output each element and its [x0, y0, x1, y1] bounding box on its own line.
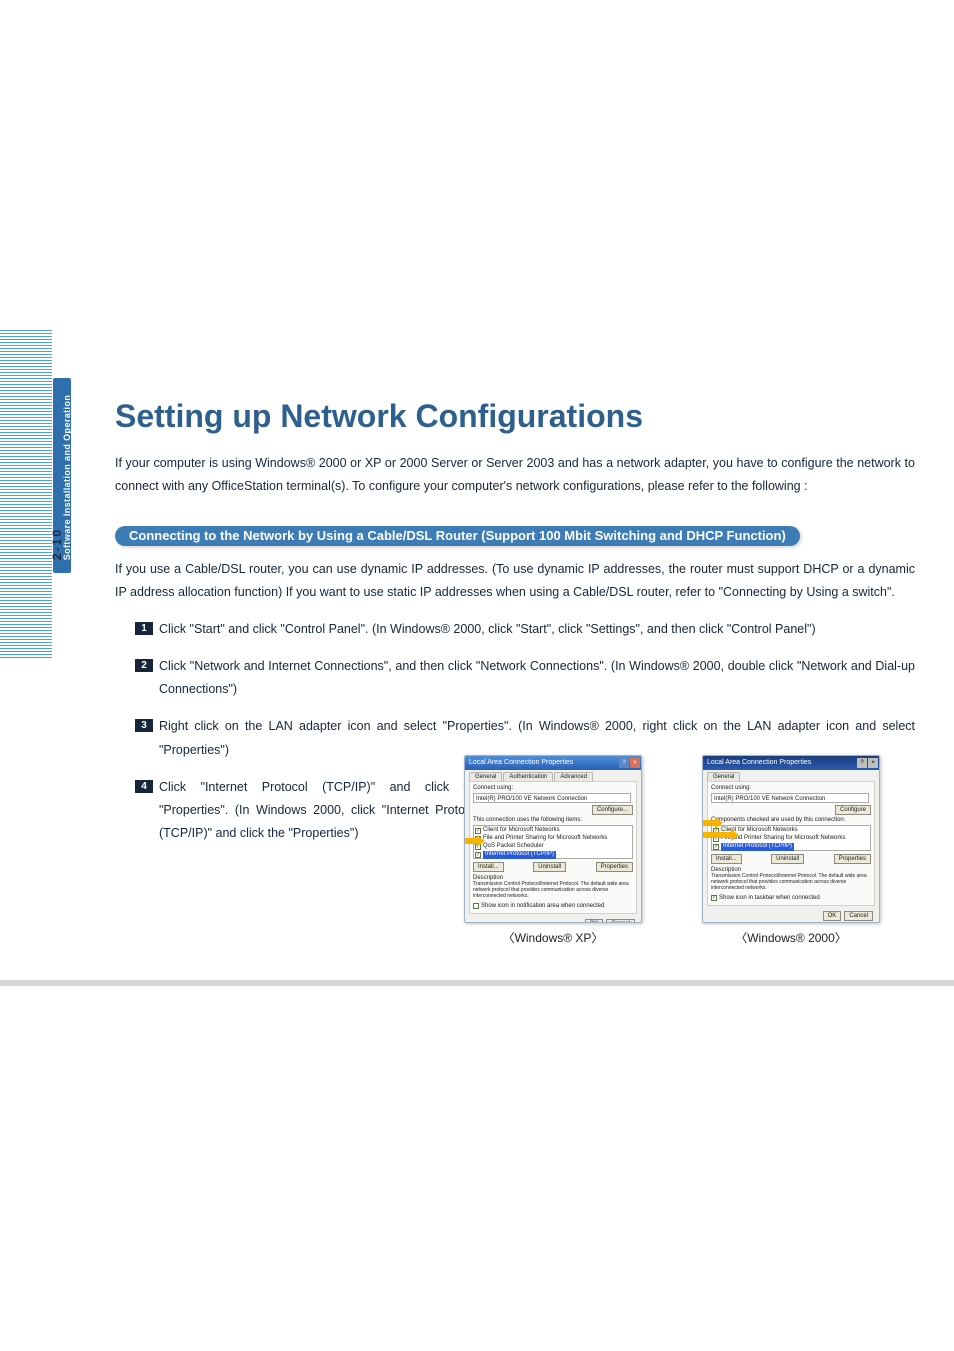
install-button[interactable]: Install... — [473, 862, 504, 872]
help-icon[interactable]: ? — [619, 758, 629, 768]
ok-button[interactable]: OK — [585, 919, 604, 923]
cancel-button[interactable]: Cancel — [606, 919, 635, 923]
xp-caption: 〈Windows® XP〉 — [503, 929, 604, 946]
items-label: Components checked are used by this conn… — [711, 817, 871, 823]
step-2-text: Click "Network and Internet Connections"… — [159, 655, 915, 701]
connect-using-label: Connect using: — [711, 785, 871, 791]
side-stripe — [0, 330, 52, 660]
tab-advanced[interactable]: Advanced — [554, 772, 593, 781]
footer-divider — [0, 980, 954, 986]
list-item-selected: Internet Protocol (TCP/IP) — [721, 843, 794, 850]
page-title: Setting up Network Configurations — [115, 398, 643, 435]
uninstall-button[interactable]: Uninstall — [771, 854, 804, 864]
tab-general[interactable]: General — [469, 772, 502, 781]
tab-general[interactable]: General — [707, 772, 740, 781]
step-1-text: Click "Start" and click "Control Panel".… — [159, 618, 915, 641]
arrow-icon — [464, 838, 479, 844]
show-icon-checkbox-label[interactable]: Show icon in notification area when conn… — [481, 903, 604, 909]
adapter-field: Intel(R) PRO/100 VE Network Connection — [473, 793, 631, 803]
list-item: File and Printer Sharing for Microsoft N… — [483, 835, 607, 842]
close-icon[interactable]: × — [630, 758, 640, 768]
configure-button[interactable]: Configure — [835, 805, 871, 815]
description-text: Transmission Control Protocol/Internet P… — [711, 873, 871, 891]
w2k-caption: 〈Windows® 2000〉 — [735, 929, 847, 946]
description-text: Transmission Control Protocol/Internet P… — [473, 881, 633, 899]
cancel-button[interactable]: Cancel — [844, 911, 873, 921]
w2k-dialog-title: Local Area Connection Properties — [707, 756, 811, 770]
step-number-4: 4 — [135, 780, 153, 793]
arrow-icon — [702, 820, 717, 826]
properties-button[interactable]: Properties — [596, 862, 633, 872]
step-number-3: 3 — [135, 719, 153, 732]
list-item: Client for Microsoft Networks — [483, 827, 560, 834]
step-number-1: 1 — [135, 622, 153, 635]
list-item: QoS Packet Scheduler — [483, 843, 544, 850]
xp-properties-dialog: Local Area Connection Properties ? × Gen… — [464, 755, 642, 923]
configure-button[interactable]: Configure... — [592, 805, 633, 815]
intro-paragraph: If your computer is using Windows® 2000 … — [115, 452, 915, 498]
page-number: 2-10 — [50, 520, 66, 560]
components-list[interactable]: ✓Client for Microsoft Networks ✓File and… — [473, 825, 633, 859]
figures-row: Local Area Connection Properties ? × Gen… — [458, 755, 886, 946]
xp-dialog-title: Local Area Connection Properties — [469, 756, 573, 770]
tab-authentication[interactable]: Authentication — [503, 772, 553, 781]
section-heading-bubble: Connecting to the Network by Using a Cab… — [115, 526, 800, 546]
step-4-text: Click "Internet Protocol (TCP/IP)" and c… — [159, 776, 481, 845]
items-label: This connection uses the following items… — [473, 817, 633, 823]
install-button[interactable]: Install... — [711, 854, 742, 864]
uninstall-button[interactable]: Uninstall — [533, 862, 566, 872]
adapter-field: Intel(R) PRO/100 VE Network Connection — [711, 793, 869, 803]
w2k-properties-dialog: Local Area Connection Properties ? × Gen… — [702, 755, 880, 923]
ok-button[interactable]: OK — [823, 911, 842, 921]
properties-button[interactable]: Properties — [834, 854, 871, 864]
arrow-icon — [702, 832, 733, 838]
connect-using-label: Connect using: — [473, 785, 633, 791]
list-item: File and Printer Sharing for Microsoft N… — [721, 835, 845, 842]
step-number-2: 2 — [135, 659, 153, 672]
help-icon[interactable]: ? — [857, 758, 867, 768]
list-item-selected: Internet Protocol (TCP/IP) — [483, 851, 556, 858]
section-intro: If you use a Cable/DSL router, you can u… — [115, 558, 915, 604]
close-icon[interactable]: × — [868, 758, 878, 768]
show-icon-checkbox-label[interactable]: Show icon in taskbar when connected — [719, 895, 820, 901]
